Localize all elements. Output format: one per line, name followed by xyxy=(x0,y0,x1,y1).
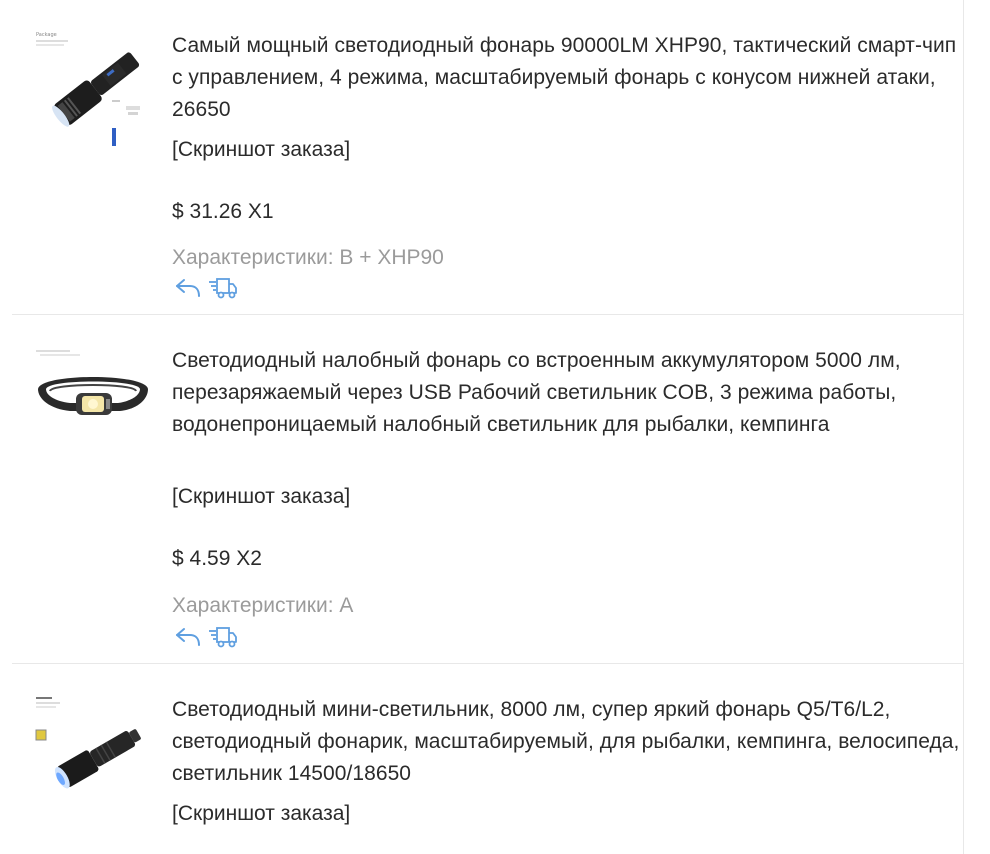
flashlight-zoom-icon: Package xyxy=(30,22,158,150)
order-actions xyxy=(174,625,237,649)
order-snapshot-link[interactable]: [Скриншот заказа] xyxy=(172,798,350,830)
mini-flashlight-icon xyxy=(30,686,158,814)
product-price-quantity: $ 31.26 X1 xyxy=(172,200,274,223)
product-price-quantity: $ 4.59 X2 xyxy=(172,547,262,570)
return-arrow-icon[interactable] xyxy=(174,625,202,649)
order-snapshot-link[interactable]: [Скриншот заказа] xyxy=(172,134,350,166)
product-thumbnail[interactable] xyxy=(30,337,158,465)
order-item: Package Самый мощный светодиодный фонарь… xyxy=(12,0,963,314)
order-items-page: Package Самый мощный светодиодный фонарь… xyxy=(0,0,990,854)
right-border xyxy=(963,0,964,854)
return-arrow-icon[interactable] xyxy=(174,276,202,300)
order-snapshot-link[interactable]: [Скриншот заказа] xyxy=(172,481,350,513)
order-item: Светодиодный мини-светильник, 8000 лм, с… xyxy=(12,664,963,854)
product-specs: Характеристики: A xyxy=(172,594,354,617)
product-title[interactable]: Самый мощный светодиодный фонарь 90000LM… xyxy=(172,30,962,126)
order-item: Светодиодный налобный фонарь со встроенн… xyxy=(12,315,963,663)
product-thumbnail[interactable] xyxy=(30,686,158,814)
product-specs: Характеристики: B + XHP90 xyxy=(172,246,444,269)
headlamp-icon xyxy=(30,337,158,465)
product-title[interactable]: Светодиодный мини-светильник, 8000 лм, с… xyxy=(172,694,962,790)
shipping-truck-icon[interactable] xyxy=(208,625,237,649)
product-thumbnail[interactable]: Package xyxy=(30,22,158,150)
product-title[interactable]: Светодиодный налобный фонарь со встроенн… xyxy=(172,345,962,441)
shipping-truck-icon[interactable] xyxy=(208,276,237,300)
svg-text:Package: Package xyxy=(36,32,57,38)
order-actions xyxy=(174,276,237,300)
